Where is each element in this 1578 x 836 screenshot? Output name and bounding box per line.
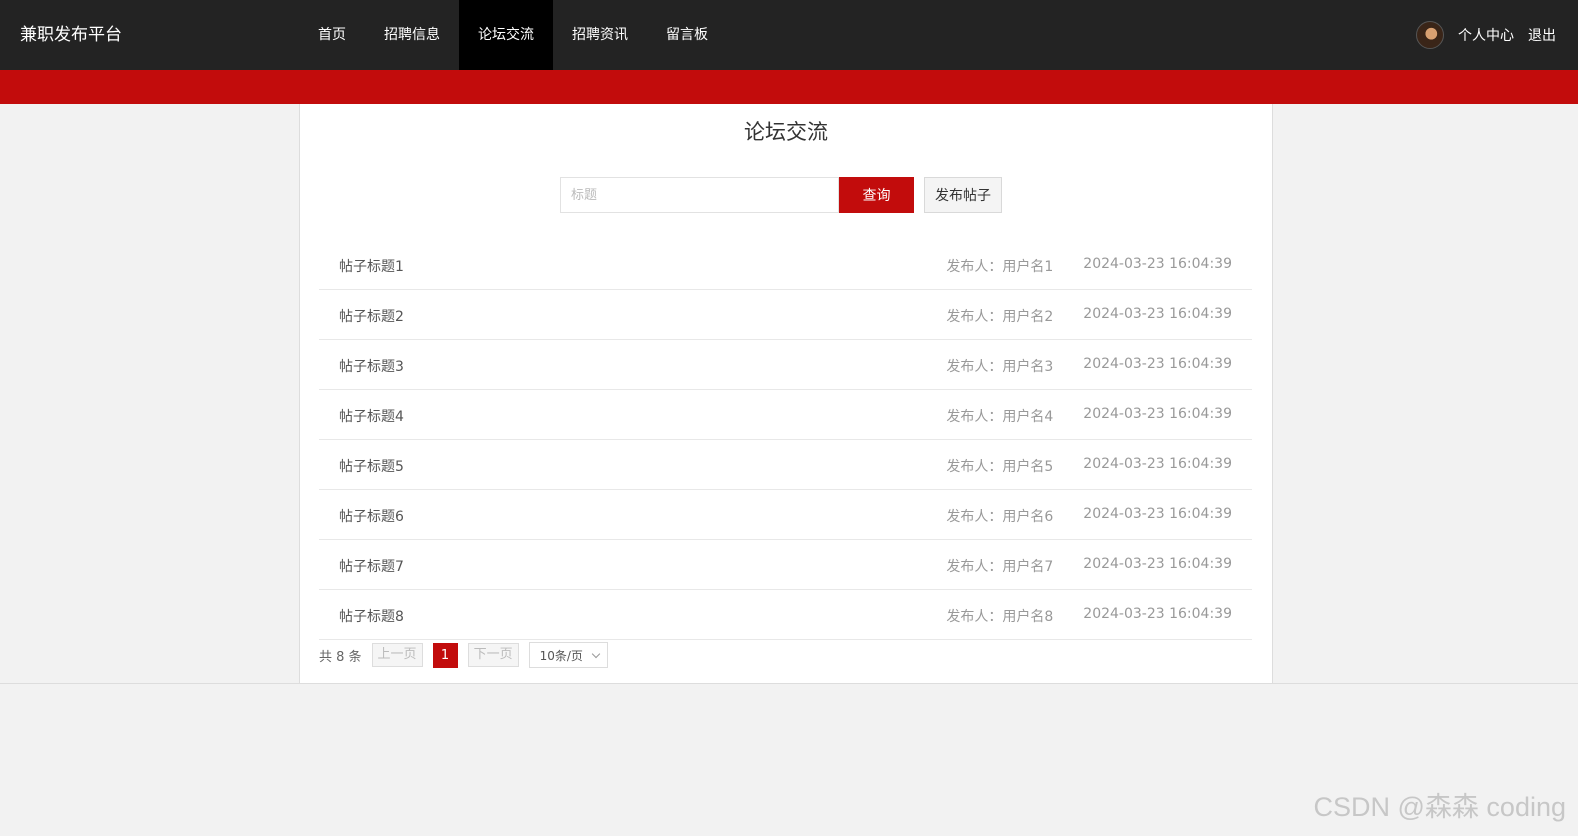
user-area: 个人中心 退出 [1416, 0, 1556, 70]
avatar[interactable] [1416, 21, 1444, 49]
prev-page-button[interactable]: 上一页 [371, 643, 423, 667]
logout-link[interactable]: 退出 [1528, 25, 1556, 45]
top-navbar: 兼职发布平台 首页 招聘信息 论坛交流 招聘资讯 留言板 个人中心 退出 [0, 0, 1578, 70]
site-brand[interactable]: 兼职发布平台 [20, 0, 122, 70]
nav-item-forum[interactable]: 论坛交流 [459, 0, 553, 70]
post-author: 发布人：用户名6 [946, 509, 1054, 525]
pagination: 共 8 条 上一页 1 下一页 10条/页 [319, 642, 608, 668]
post-meta: 发布人：用户名2 2024-03-23 16:04:39 [946, 306, 1232, 326]
list-item[interactable]: 帖子标题6 发布人：用户名6 2024-03-23 16:04:39 [319, 490, 1252, 540]
post-meta: 发布人：用户名6 2024-03-23 16:04:39 [946, 506, 1232, 526]
post-author: 发布人：用户名4 [946, 409, 1054, 425]
post-author: 发布人：用户名8 [946, 609, 1054, 625]
divider [0, 683, 1578, 684]
search-bar: 查询 发布帖子 [560, 177, 1002, 213]
pagination-total: 共 8 条 [319, 649, 362, 665]
list-item[interactable]: 帖子标题1 发布人：用户名1 2024-03-23 16:04:39 [319, 240, 1252, 290]
list-item[interactable]: 帖子标题8 发布人：用户名8 2024-03-23 16:04:39 [319, 590, 1252, 640]
post-author: 发布人：用户名1 [946, 259, 1054, 275]
post-time: 2024-03-23 16:04:39 [1083, 256, 1232, 272]
post-time: 2024-03-23 16:04:39 [1083, 406, 1232, 422]
page-title: 论坛交流 [744, 120, 828, 144]
page-size-select[interactable]: 10条/页 [528, 642, 608, 668]
nav-item-job-info[interactable]: 招聘信息 [365, 0, 459, 70]
forum-panel: 论坛交流 查询 发布帖子 帖子标题1 发布人：用户名1 2024-03-23 1… [299, 104, 1273, 684]
list-item[interactable]: 帖子标题7 发布人：用户名7 2024-03-23 16:04:39 [319, 540, 1252, 590]
post-title[interactable]: 帖子标题7 [339, 556, 404, 576]
chevron-down-icon [591, 649, 600, 658]
post-title[interactable]: 帖子标题4 [339, 406, 404, 426]
accent-banner [0, 70, 1578, 104]
post-meta: 发布人：用户名1 2024-03-23 16:04:39 [946, 256, 1232, 276]
list-item[interactable]: 帖子标题3 发布人：用户名3 2024-03-23 16:04:39 [319, 340, 1252, 390]
post-time: 2024-03-23 16:04:39 [1083, 606, 1232, 622]
post-title[interactable]: 帖子标题6 [339, 506, 404, 526]
user-center-link[interactable]: 个人中心 [1458, 25, 1514, 45]
list-item[interactable]: 帖子标题4 发布人：用户名4 2024-03-23 16:04:39 [319, 390, 1252, 440]
post-author: 发布人：用户名5 [946, 459, 1054, 475]
list-item[interactable]: 帖子标题5 发布人：用户名5 2024-03-23 16:04:39 [319, 440, 1252, 490]
post-meta: 发布人：用户名8 2024-03-23 16:04:39 [946, 606, 1232, 626]
post-title[interactable]: 帖子标题1 [339, 256, 404, 276]
post-meta: 发布人：用户名5 2024-03-23 16:04:39 [946, 456, 1232, 476]
post-time: 2024-03-23 16:04:39 [1083, 356, 1232, 372]
post-title[interactable]: 帖子标题8 [339, 606, 404, 626]
post-meta: 发布人：用户名4 2024-03-23 16:04:39 [946, 406, 1232, 426]
nav-item-home[interactable]: 首页 [299, 0, 365, 70]
search-input[interactable] [560, 177, 839, 213]
page-size-value: 10条/页 [539, 648, 583, 663]
current-page-button[interactable]: 1 [432, 642, 458, 668]
publish-post-button[interactable]: 发布帖子 [924, 177, 1002, 213]
post-meta: 发布人：用户名3 2024-03-23 16:04:39 [946, 356, 1232, 376]
post-author: 发布人：用户名2 [946, 309, 1054, 325]
post-time: 2024-03-23 16:04:39 [1083, 556, 1232, 572]
nav-item-job-news[interactable]: 招聘资讯 [553, 0, 647, 70]
query-button[interactable]: 查询 [839, 177, 914, 213]
watermark: CSDN @森森 coding [1313, 792, 1566, 822]
post-time: 2024-03-23 16:04:39 [1083, 306, 1232, 322]
post-title[interactable]: 帖子标题2 [339, 306, 404, 326]
next-page-button[interactable]: 下一页 [467, 643, 519, 667]
post-title[interactable]: 帖子标题5 [339, 456, 404, 476]
post-time: 2024-03-23 16:04:39 [1083, 506, 1232, 522]
main-nav: 首页 招聘信息 论坛交流 招聘资讯 留言板 [299, 0, 727, 70]
post-time: 2024-03-23 16:04:39 [1083, 456, 1232, 472]
list-item[interactable]: 帖子标题2 发布人：用户名2 2024-03-23 16:04:39 [319, 290, 1252, 340]
post-title[interactable]: 帖子标题3 [339, 356, 404, 376]
post-list: 帖子标题1 发布人：用户名1 2024-03-23 16:04:39 帖子标题2… [319, 240, 1252, 640]
post-author: 发布人：用户名3 [946, 359, 1054, 375]
post-meta: 发布人：用户名7 2024-03-23 16:04:39 [946, 556, 1232, 576]
post-author: 发布人：用户名7 [946, 559, 1054, 575]
nav-item-message-board[interactable]: 留言板 [647, 0, 727, 70]
